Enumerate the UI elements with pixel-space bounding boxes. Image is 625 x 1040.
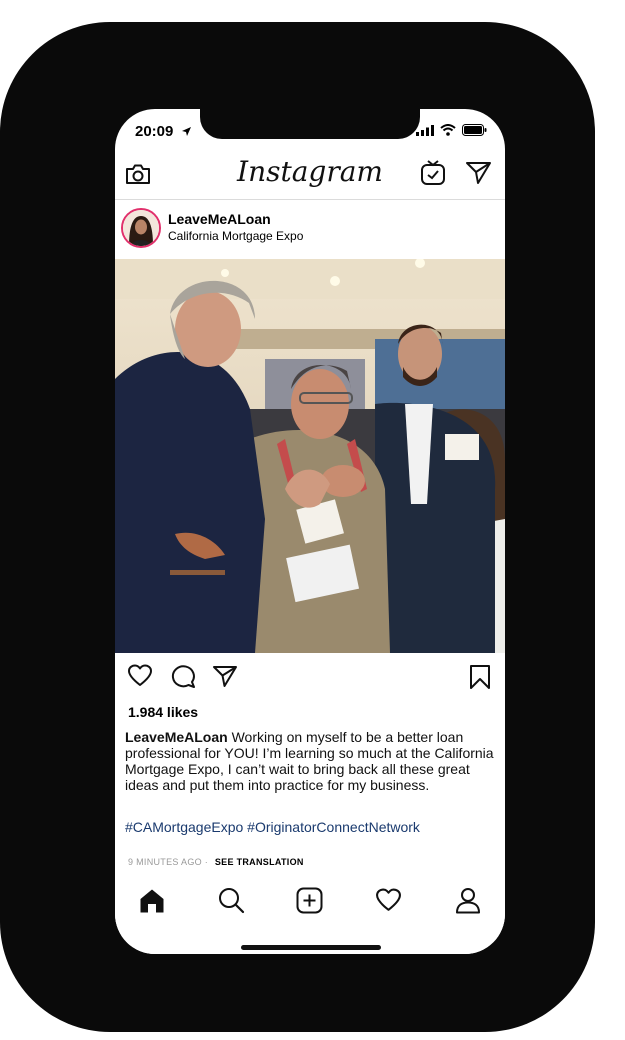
direct-message-icon[interactable] — [465, 161, 492, 185]
home-indicator[interactable] — [241, 945, 381, 950]
bookmark-icon[interactable] — [469, 664, 491, 690]
post-header: LeaveMeALoan California Mortgage Expo — [115, 204, 505, 254]
likes-count[interactable]: 1.984 likes — [128, 704, 198, 720]
top-divider — [115, 199, 505, 200]
post-time-ago: 9 MINUTES AGO — [128, 857, 202, 867]
status-time: 20:09 — [135, 123, 174, 140]
instagram-logo: Instagram — [237, 155, 383, 188]
heart-icon[interactable] — [127, 664, 153, 688]
profile-icon[interactable] — [455, 887, 481, 914]
comment-icon[interactable] — [170, 664, 196, 689]
search-icon[interactable] — [218, 887, 245, 914]
bottom-nav — [115, 872, 505, 954]
phone-notch — [200, 109, 420, 139]
battery-icon — [462, 124, 487, 136]
app-top-bar: Instagram — [115, 149, 505, 199]
igtv-icon[interactable] — [420, 159, 446, 187]
add-post-icon[interactable] — [296, 887, 323, 914]
post-photo[interactable] — [115, 259, 505, 653]
avatar[interactable] — [121, 208, 161, 248]
home-icon[interactable] — [139, 888, 165, 914]
share-icon[interactable] — [212, 665, 238, 688]
post-meta: 9 MINUTES AGO · SEE TRANSLATION — [128, 857, 304, 867]
phone-screen: 20:09 Instagram LeaveMeALoan California … — [115, 109, 505, 954]
caption-username[interactable]: LeaveMeALoan — [125, 729, 228, 745]
meta-separator: · — [204, 857, 209, 867]
post-hashtags[interactable]: #CAMortgageExpo #OriginatorConnectNetwor… — [125, 819, 420, 835]
post-caption: LeaveMeALoan Working on myself to be a b… — [125, 729, 500, 793]
phone-frame: 20:09 Instagram LeaveMeALoan California … — [0, 22, 595, 1032]
activity-heart-icon[interactable] — [375, 888, 402, 913]
status-icons — [416, 124, 487, 136]
signal-icon — [416, 124, 434, 136]
expo-photo — [115, 259, 505, 653]
location-arrow-icon — [182, 127, 191, 136]
avatar-photo — [123, 210, 159, 246]
see-translation-link[interactable]: SEE TRANSLATION — [215, 857, 304, 867]
wifi-icon — [440, 124, 456, 136]
post-location[interactable]: California Mortgage Expo — [168, 229, 303, 243]
post-actions — [115, 661, 505, 691]
post-username[interactable]: LeaveMeALoan — [168, 211, 271, 227]
